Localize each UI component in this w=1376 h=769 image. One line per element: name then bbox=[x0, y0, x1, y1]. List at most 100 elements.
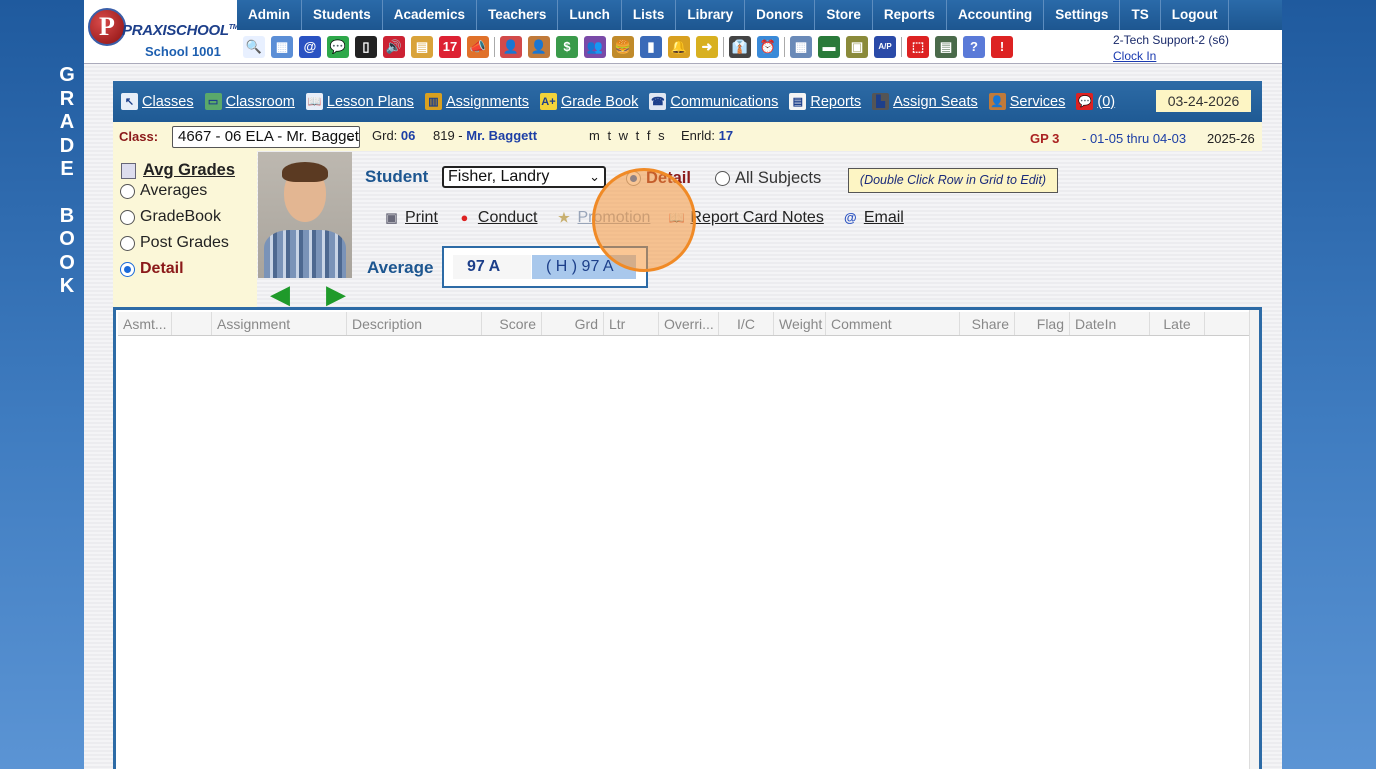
subnav-messages[interactable]: 💬 (0) bbox=[1076, 93, 1115, 110]
email-button[interactable]: @ Email bbox=[841, 208, 904, 227]
export-icon[interactable]: ➜ bbox=[696, 35, 718, 58]
chat-icon[interactable]: 💬 bbox=[327, 35, 349, 58]
previous-student-arrow-icon[interactable]: ◀ bbox=[264, 281, 296, 307]
column-header[interactable]: I/C bbox=[719, 312, 774, 335]
class-select[interactable]: 4667 - 06 ELA - Mr. Baggett ⌄ bbox=[172, 126, 360, 148]
book-icon[interactable]: ▮ bbox=[640, 35, 662, 58]
nav-reports[interactable]: Reports bbox=[873, 0, 947, 30]
card-icon[interactable]: ▬ bbox=[818, 35, 840, 58]
nav-academics[interactable]: Academics bbox=[383, 0, 478, 30]
enrolled-count: Enrld: 17 bbox=[681, 128, 734, 143]
subnav-classroom[interactable]: ▭ Classroom bbox=[204, 93, 295, 110]
nav-admin[interactable]: Admin bbox=[237, 0, 302, 30]
help-icon[interactable]: ? bbox=[963, 35, 985, 58]
column-header[interactable]: Share bbox=[960, 312, 1015, 335]
option-radio-button[interactable] bbox=[120, 261, 135, 277]
subnav-services[interactable]: 👤 Services bbox=[988, 93, 1065, 110]
next-student-arrow-icon[interactable]: ▶ bbox=[320, 281, 352, 307]
report-grid-icon[interactable]: ▤ bbox=[411, 35, 433, 58]
open-book-icon: 📖 bbox=[305, 93, 323, 110]
column-header[interactable]: DateIn bbox=[1070, 312, 1150, 335]
all-subjects-radio[interactable]: All Subjects bbox=[715, 169, 821, 188]
nav-store[interactable]: Store bbox=[815, 0, 873, 30]
nav-library[interactable]: Library bbox=[676, 0, 746, 30]
column-header[interactable]: Description bbox=[347, 312, 482, 335]
average-value: 97 A bbox=[453, 255, 531, 279]
cash-register-icon[interactable]: ▤ bbox=[935, 35, 957, 58]
alert-icon[interactable]: ! bbox=[991, 35, 1013, 58]
print-button[interactable]: ▣ Print bbox=[382, 208, 438, 227]
subnav-lesson-plans[interactable]: 📖 Lesson Plans bbox=[305, 93, 414, 110]
family-icon[interactable]: 👥 bbox=[584, 35, 606, 58]
all-subjects-radio-button[interactable] bbox=[715, 171, 730, 186]
subnav-reports[interactable]: ▤ Reports bbox=[789, 93, 861, 110]
staff-icon[interactable]: 👔 bbox=[729, 35, 751, 58]
nav-lists[interactable]: Lists bbox=[622, 0, 677, 30]
avg-grades-label: Avg Grades bbox=[143, 161, 236, 179]
column-header[interactable]: Weight bbox=[774, 312, 826, 335]
calendar-grid-icon[interactable]: ▦ bbox=[271, 35, 293, 58]
ledger-icon[interactable]: ▦ bbox=[790, 35, 812, 58]
column-header[interactable]: Ltr bbox=[604, 312, 659, 335]
nav-teachers[interactable]: Teachers bbox=[477, 0, 559, 30]
printer-icon[interactable]: ▣ bbox=[846, 35, 868, 58]
nav-settings[interactable]: Settings bbox=[1044, 0, 1121, 30]
option-radio-button[interactable] bbox=[120, 235, 135, 251]
avg-grades-link[interactable]: Avg Grades bbox=[121, 161, 235, 180]
column-header[interactable]: Assignment bbox=[212, 312, 347, 335]
teacher-icon[interactable]: 👤 bbox=[528, 35, 550, 58]
desk-icon: ▙ bbox=[872, 93, 890, 110]
logo-brand: PRAXISCHOOLTM bbox=[122, 22, 239, 39]
logo[interactable]: P PRAXISCHOOLTM School 1001 bbox=[84, 0, 239, 63]
ap-icon[interactable]: A/P bbox=[874, 35, 896, 58]
nav-donors[interactable]: Donors bbox=[745, 0, 816, 30]
at-email-icon[interactable]: @ bbox=[299, 35, 321, 58]
subnav-communications-label: Communications bbox=[670, 93, 779, 110]
calendar-icon[interactable]: 17 bbox=[439, 35, 461, 58]
nav-lunch[interactable]: Lunch bbox=[558, 0, 622, 30]
option-averages[interactable]: Averages bbox=[120, 182, 207, 200]
option-radio-button[interactable] bbox=[120, 183, 135, 199]
nav-ts[interactable]: TS bbox=[1120, 0, 1161, 30]
search-icon[interactable]: 🔍 bbox=[243, 35, 265, 58]
lunch-icon[interactable]: 🍔 bbox=[612, 35, 634, 58]
clock-icon[interactable]: ⏰ bbox=[757, 35, 779, 58]
toolbar-separator bbox=[723, 36, 724, 57]
money-icon[interactable]: $ bbox=[556, 35, 578, 58]
column-header[interactable]: Overri... bbox=[659, 312, 719, 335]
option-gradebook[interactable]: GradeBook bbox=[120, 208, 221, 226]
subnav-classes[interactable]: ↖ Classes bbox=[121, 93, 194, 110]
pdf-icon[interactable]: ⬚ bbox=[907, 35, 929, 58]
subnav-assign-seats[interactable]: ▙ Assign Seats bbox=[872, 93, 978, 110]
nav-students[interactable]: Students bbox=[302, 0, 383, 30]
option-radio-button[interactable] bbox=[120, 209, 135, 225]
grid-scrollbar[interactable] bbox=[1249, 310, 1259, 769]
student-select[interactable]: Fisher, Landry ⌄ bbox=[442, 166, 606, 188]
option-detail[interactable]: Detail bbox=[120, 260, 184, 278]
side-letter: O bbox=[59, 228, 75, 250]
column-header[interactable]: Comment bbox=[826, 312, 960, 335]
column-header[interactable]: Late bbox=[1150, 312, 1205, 335]
assignment-grid[interactable]: Asmt... Assignment Description Score Grd Ltr O… bbox=[113, 307, 1262, 769]
mobile-icon[interactable]: ▯ bbox=[355, 35, 377, 58]
chalkboard-icon: ▭ bbox=[204, 93, 222, 110]
bell-icon[interactable]: 🔔 bbox=[668, 35, 690, 58]
conduct-button[interactable]: ● Conduct bbox=[455, 208, 537, 227]
nav-accounting[interactable]: Accounting bbox=[947, 0, 1045, 30]
megaphone-icon[interactable]: 📣 bbox=[467, 35, 489, 58]
nav-logout[interactable]: Logout bbox=[1161, 0, 1230, 30]
subnav-grade-book[interactable]: A+ Grade Book bbox=[539, 93, 638, 110]
subnav-assignments[interactable]: ▥ Assignments bbox=[424, 93, 529, 110]
subnav-communications[interactable]: ☎ Communications bbox=[649, 93, 778, 110]
option-post-grades[interactable]: Post Grades bbox=[120, 234, 229, 252]
option-label: GradeBook bbox=[140, 208, 221, 225]
column-header[interactable]: Grd bbox=[542, 312, 604, 335]
column-header[interactable]: Flag bbox=[1015, 312, 1070, 335]
column-header[interactable] bbox=[172, 312, 212, 335]
column-header[interactable]: Asmt... bbox=[118, 312, 172, 335]
student-add-icon[interactable]: 👤 bbox=[500, 35, 522, 58]
speaker-icon[interactable]: 🔊 bbox=[383, 35, 405, 58]
column-header[interactable]: Score bbox=[482, 312, 542, 335]
clock-in-link[interactable]: Clock In bbox=[1113, 48, 1229, 64]
meeting-days: m t w t f s bbox=[589, 128, 667, 143]
